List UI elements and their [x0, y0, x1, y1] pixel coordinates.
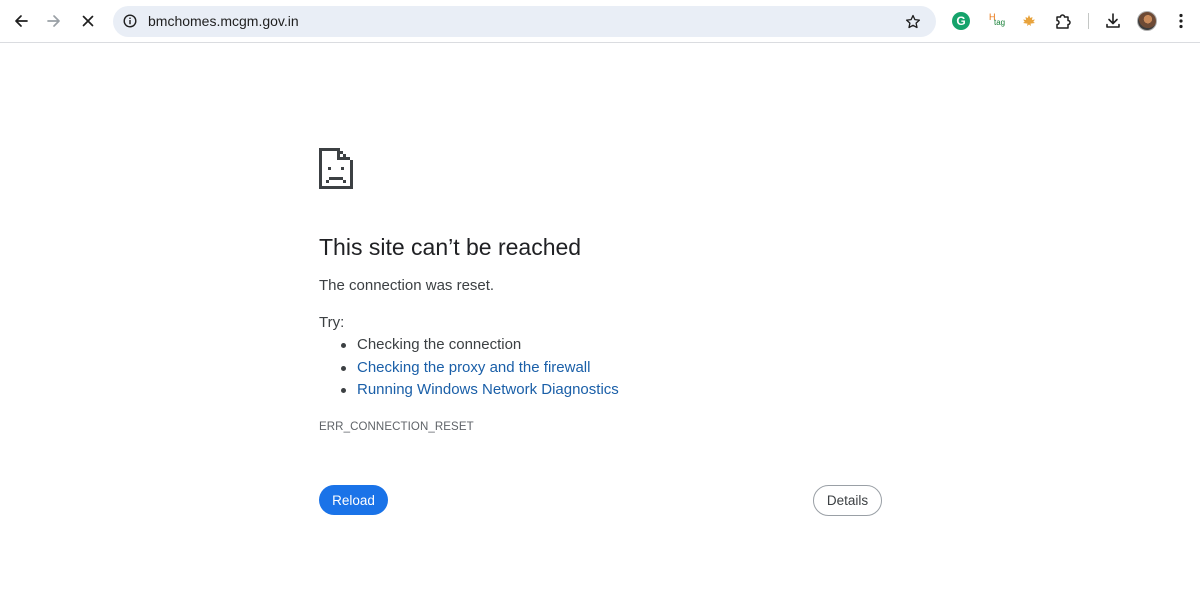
suggestions-list: Checking the connection Checking the pro… — [341, 336, 619, 404]
download-icon — [1106, 13, 1120, 28]
bullet-dot — [341, 388, 346, 393]
more-options-icon — [1179, 13, 1183, 29]
reload-button[interactable]: Reload — [319, 485, 388, 515]
suggestion-text: Checking the connection — [357, 336, 522, 353]
hashtag-extension-icon: Htag — [989, 12, 1006, 27]
hashtag-extension-button[interactable]: Htag — [985, 10, 1007, 32]
toolbar-divider — [1088, 13, 1089, 29]
forward-arrow-icon — [47, 15, 60, 27]
url-text[interactable]: bmchomes.mcgm.gov.in — [148, 13, 299, 30]
bullet-dot — [341, 365, 346, 371]
grammarly-icon: G — [952, 12, 970, 30]
profile-avatar[interactable] — [1137, 11, 1157, 31]
address-bar[interactable]: bmchomes.mcgm.gov.in — [113, 6, 936, 37]
extensions-button[interactable] — [1052, 10, 1074, 32]
puzzle-extensions-icon — [1056, 14, 1071, 29]
back-arrow-icon — [15, 15, 28, 27]
stop-button[interactable] — [74, 7, 102, 35]
error-subtitle: The connection was reset. — [319, 277, 495, 294]
network-diagnostics-link[interactable]: Running Windows Network Diagnostics — [357, 381, 619, 398]
try-label: Try: — [319, 314, 345, 331]
back-button[interactable] — [7, 7, 35, 35]
star-icon — [905, 14, 921, 29]
error-title: This site can’t be reached — [319, 234, 582, 260]
suggestion-network-diagnostics[interactable]: Running Windows Network Diagnostics — [341, 381, 619, 404]
info-icon — [123, 14, 137, 28]
stop-loading-icon — [82, 15, 94, 27]
forward-button[interactable] — [40, 7, 68, 35]
browser-toolbar: bmchomes.mcgm.gov.in G Htag — [0, 0, 1200, 43]
leaf-extension-button[interactable] — [1018, 10, 1040, 32]
bullet-dot — [341, 343, 346, 348]
suggestion-check-proxy-firewall[interactable]: Checking the proxy and the firewall — [341, 359, 619, 382]
proxy-firewall-link[interactable]: Checking the proxy and the firewall — [357, 359, 590, 376]
site-info-button[interactable] — [121, 12, 139, 30]
grammarly-extension-button[interactable]: G — [950, 10, 972, 32]
downloads-button[interactable] — [1102, 10, 1124, 32]
more-options-button[interactable] — [1170, 10, 1192, 32]
error-code: ERR_CONNECTION_RESET — [319, 421, 474, 433]
suggestion-check-connection: Checking the connection — [341, 336, 619, 359]
sad-page-icon — [319, 148, 353, 189]
maple-leaf-extension-icon — [1023, 15, 1035, 26]
bookmark-button[interactable] — [902, 11, 924, 33]
details-button[interactable]: Details — [813, 485, 882, 516]
